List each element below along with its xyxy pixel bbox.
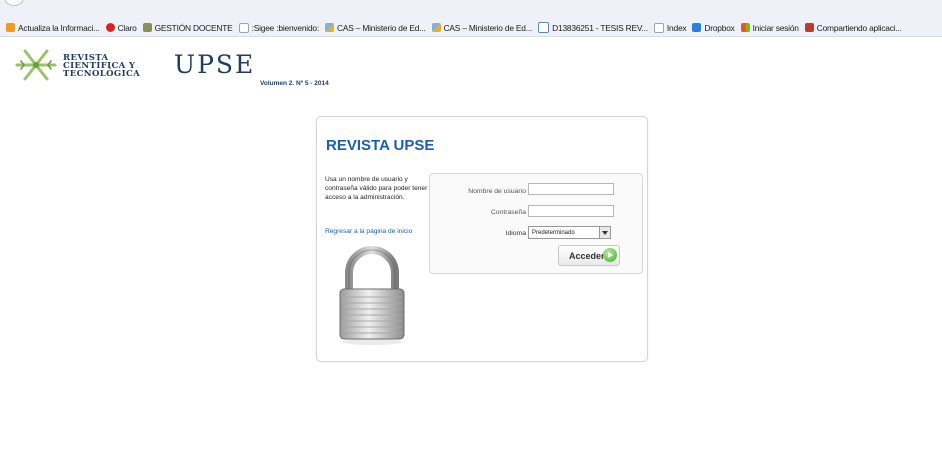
flag-icon <box>431 23 441 32</box>
language-label: Idioma <box>505 230 526 237</box>
login-description: Usa un nombre de usuario y contraseña vá… <box>325 176 428 201</box>
logo-wordmark: REVISTA CIENTÍFICA Y TECNOLÓGICA <box>63 53 141 79</box>
return-home-link[interactable]: Regresar a la página de inicio <box>325 228 412 235</box>
bookmark-dropbox[interactable]: Dropbox <box>692 23 735 33</box>
blank-page-icon <box>238 22 249 33</box>
upse-brand: UPSE <box>174 50 256 79</box>
padlock-icon <box>339 246 405 345</box>
login-button-label: Acceder <box>569 250 605 261</box>
bookmark-tesis[interactable]: D13836251 - TESIS REV... <box>538 22 648 33</box>
dropbox-icon <box>692 23 702 32</box>
login-panel: REVISTA UPSE Usa un nombre de usuario y … <box>316 116 648 362</box>
password-input[interactable] <box>528 205 614 217</box>
language-select[interactable]: Predeterminado <box>528 226 611 239</box>
snowflake-logo-icon <box>15 49 57 81</box>
bookmark-iniciar-sesion[interactable]: Iniciar sesión <box>740 23 799 33</box>
username-input[interactable] <box>528 183 614 195</box>
flag-icon <box>325 23 335 32</box>
blank-page-icon <box>653 22 664 33</box>
volume-label: Volumen 2. Nº 5 - 2014 <box>260 80 329 87</box>
document-icon <box>538 22 550 33</box>
bookmark-cas-2[interactable]: CAS – Ministerio de Ed... <box>431 23 532 33</box>
graduation-icon <box>142 23 152 32</box>
bookmark-claro[interactable]: Claro <box>105 23 137 33</box>
journal-logo[interactable]: REVISTA CIENTÍFICA Y TECNOLÓGICA <box>13 48 173 82</box>
bookmark-compartiendo[interactable]: Compartiendo aplicaci... <box>804 23 902 33</box>
bookmarks-bar: Actualiza la Informaci... Claro GESTIÓN … <box>0 0 942 37</box>
bookmark-cas-1[interactable]: CAS – Ministerio de Ed... <box>325 23 426 33</box>
go-arrow-icon <box>603 248 617 262</box>
password-label: Contraseña <box>490 209 526 216</box>
microsoft-icon <box>740 23 750 32</box>
login-form: Nombre de usuario Contraseña Idioma Pred… <box>429 173 643 274</box>
chevron-down-icon[interactable] <box>599 227 610 238</box>
bookmark-actualiza[interactable]: Actualiza la Informaci... <box>6 23 100 33</box>
bookmark-sigee[interactable]: :Sigee :bienvenido: <box>238 22 319 33</box>
claro-icon <box>105 23 115 32</box>
share-icon <box>804 23 814 32</box>
bookmark-index[interactable]: Index <box>653 22 687 33</box>
orange-star-icon <box>6 23 15 32</box>
username-label: Nombre de usuario <box>468 188 526 195</box>
bookmark-gestion-docente[interactable]: GESTIÓN DOCENTE <box>142 23 233 33</box>
bookmarks-list: Actualiza la Informaci... Claro GESTIÓN … <box>6 22 908 33</box>
language-select-value: Predeterminado <box>532 229 575 236</box>
browser-tab-edge <box>4 0 24 6</box>
login-button[interactable]: Acceder <box>558 245 620 266</box>
page-title: REVISTA UPSE <box>326 137 435 154</box>
